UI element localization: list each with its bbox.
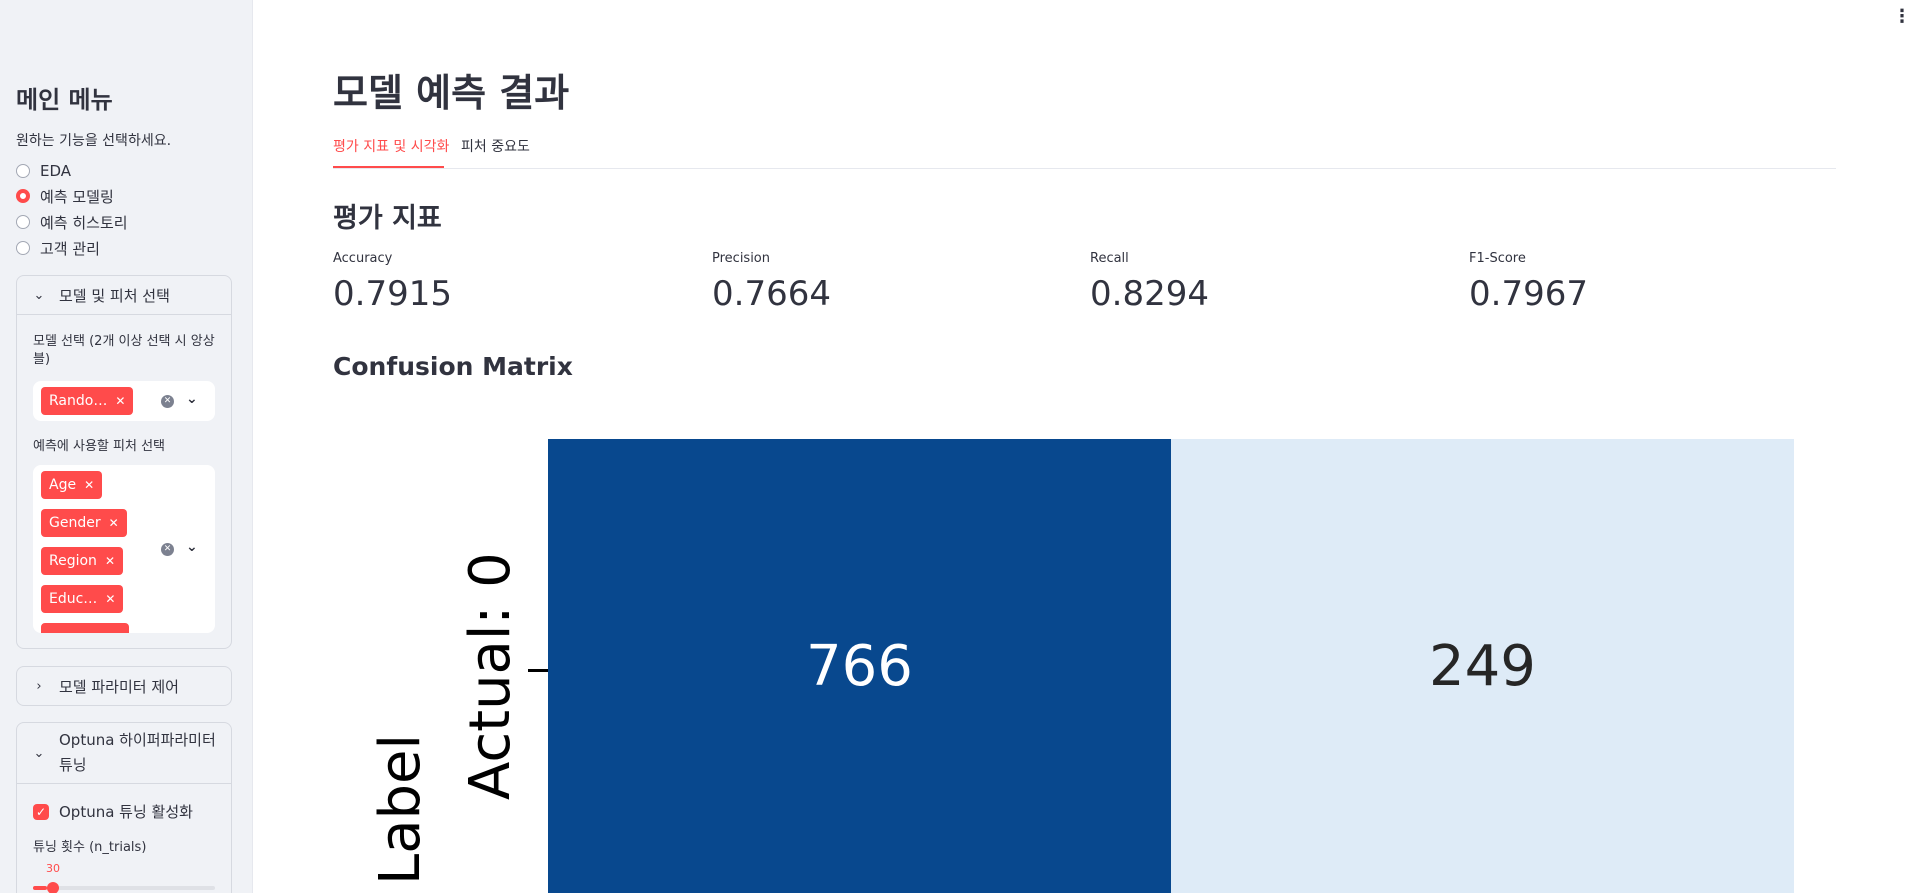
- confusion-matrix-title: Confusion Matrix: [333, 352, 573, 381]
- active-tab-underline: [333, 166, 444, 168]
- chevron-down-icon: ⌄: [33, 287, 45, 303]
- slider-fill: [33, 886, 47, 890]
- remove-tag-icon[interactable]: ✕: [105, 592, 115, 606]
- param-expander[interactable]: › 모델 파라미터 제어: [16, 666, 232, 706]
- cm-cell-tn: 766: [548, 439, 1171, 893]
- radio-circle-selected[interactable]: [16, 189, 30, 203]
- clear-all-icon[interactable]: ✕: [161, 395, 174, 408]
- slider-value: 30: [46, 862, 60, 875]
- cm-cell-value: 249: [1429, 633, 1536, 699]
- metric-accuracy-value: 0.7915: [333, 274, 452, 314]
- checkbox-label: Optuna 튜닝 활성화: [59, 803, 193, 821]
- sidebar: 메인 메뉴 원하는 기능을 선택하세요. EDA 예측 모델링 예측 히스토리 …: [0, 0, 253, 893]
- slider-label: 튜닝 횟수 (n_trials): [33, 840, 147, 855]
- feature-tag-label: Educ…: [49, 591, 98, 607]
- optuna-checkbox-row[interactable]: ✓ Optuna 튜닝 활성화: [33, 801, 193, 822]
- radio-circle[interactable]: [16, 215, 30, 229]
- expander-title: 모델 및 피처 선택: [59, 286, 170, 305]
- confusion-matrix-chart: 766 249 Actual: 0 Label: [333, 400, 1853, 893]
- radio-label: EDA: [40, 162, 72, 180]
- model-feature-expander-header[interactable]: ⌄ 모델 및 피처 선택: [17, 276, 231, 314]
- model-tag-label: Rando…: [49, 393, 108, 409]
- main-menu-icon[interactable]: ⋮: [1893, 8, 1911, 26]
- metrics-section-title: 평가 지표: [333, 203, 442, 234]
- radio-circle[interactable]: [16, 241, 30, 255]
- metric-recall-value: 0.8294: [1090, 274, 1209, 314]
- metric-precision-value: 0.7664: [712, 274, 831, 314]
- metric-f1-value: 0.7967: [1469, 274, 1588, 314]
- optuna-expander: ⌄ Optuna 하이퍼파라미터 튜닝 ✓ Optuna 튜닝 활성화 튜닝 횟…: [16, 722, 232, 893]
- model-select-label: 모델 선택 (2개 이상 선택 시 앙상블): [33, 334, 215, 367]
- clear-all-icon[interactable]: ✕: [161, 543, 174, 556]
- radio-option-modeling[interactable]: 예측 모델링: [16, 184, 114, 208]
- sidebar-title: 메인 메뉴: [16, 86, 113, 114]
- radio-option-history[interactable]: 예측 히스토리: [16, 210, 128, 234]
- page-title: 모델 예측 결과: [333, 71, 570, 115]
- model-multiselect[interactable]: Rando… ✕ ✕ ⌄: [33, 381, 215, 421]
- feature-tag-education[interactable]: Educ… ✕: [41, 585, 124, 613]
- remove-tag-icon[interactable]: ✕: [115, 394, 125, 408]
- model-tag[interactable]: Rando… ✕: [41, 387, 134, 415]
- slider-track[interactable]: [33, 886, 215, 890]
- feature-tag-gender[interactable]: Gender ✕: [41, 509, 127, 537]
- feature-tag-region[interactable]: Region ✕: [41, 547, 123, 575]
- chevron-down-icon[interactable]: ⌄: [186, 391, 198, 407]
- expander-divider: [17, 314, 231, 315]
- model-feature-expander: ⌄ 모델 및 피처 선택 모델 선택 (2개 이상 선택 시 앙상블) Rand…: [16, 275, 232, 649]
- param-expander-header[interactable]: › 모델 파라미터 제어: [17, 667, 231, 705]
- tab-feature-importance[interactable]: 피처 중요도: [461, 136, 530, 156]
- tab-bar: 평가 지표 및 시각화 피처 중요도: [333, 130, 1836, 169]
- y-tick-label: Actual: 0: [458, 552, 523, 800]
- radio-option-eda[interactable]: EDA: [16, 159, 71, 183]
- chevron-right-icon: ›: [36, 678, 42, 694]
- feature-tag-label: Gender: [49, 515, 101, 531]
- radio-label: 예측 히스토리: [40, 213, 128, 232]
- radio-label: 예측 모델링: [40, 187, 114, 206]
- y-axis-label: Label: [368, 733, 433, 885]
- radio-option-customers[interactable]: 고객 관리: [16, 236, 100, 260]
- cm-cell-value: 766: [806, 633, 913, 699]
- expander-title: Optuna 하이퍼파라미터 튜닝: [59, 731, 216, 774]
- optuna-expander-header[interactable]: ⌄ Optuna 하이퍼파라미터 튜닝: [17, 723, 231, 783]
- radio-circle[interactable]: [16, 164, 30, 178]
- feature-tag-label: Age: [49, 477, 77, 493]
- chevron-down-icon: ⌄: [33, 745, 45, 761]
- feature-multiselect[interactable]: Age ✕ Gender ✕ Region ✕ Educ… ✕ ✕ ⌄: [33, 465, 215, 633]
- slider-thumb[interactable]: [47, 882, 59, 893]
- remove-tag-icon[interactable]: ✕: [105, 554, 115, 568]
- metric-accuracy-label: Accuracy: [333, 251, 393, 266]
- metric-f1-label: F1-Score: [1469, 251, 1526, 266]
- feature-tag-partial[interactable]: [41, 623, 129, 633]
- radio-label: 고객 관리: [40, 239, 100, 258]
- sidebar-subtitle: 원하는 기능을 선택하세요.: [16, 133, 172, 149]
- tab-metrics[interactable]: 평가 지표 및 시각화: [333, 136, 449, 156]
- feature-select-label: 예측에 사용할 피처 선택: [33, 439, 165, 454]
- metric-precision-label: Precision: [712, 251, 771, 266]
- check-icon[interactable]: ✓: [33, 803, 49, 820]
- cm-cell-fp: 249: [1171, 439, 1794, 893]
- expander-divider: [17, 783, 231, 784]
- remove-tag-icon[interactable]: ✕: [84, 478, 94, 492]
- metric-recall-label: Recall: [1090, 251, 1129, 266]
- expander-title: 모델 파라미터 제어: [59, 677, 179, 696]
- feature-tag-age[interactable]: Age ✕: [41, 471, 103, 499]
- y-tick-mark: [528, 669, 548, 672]
- feature-tag-label: Region: [49, 553, 97, 569]
- chevron-down-icon[interactable]: ⌄: [186, 539, 198, 555]
- remove-tag-icon[interactable]: ✕: [109, 516, 119, 530]
